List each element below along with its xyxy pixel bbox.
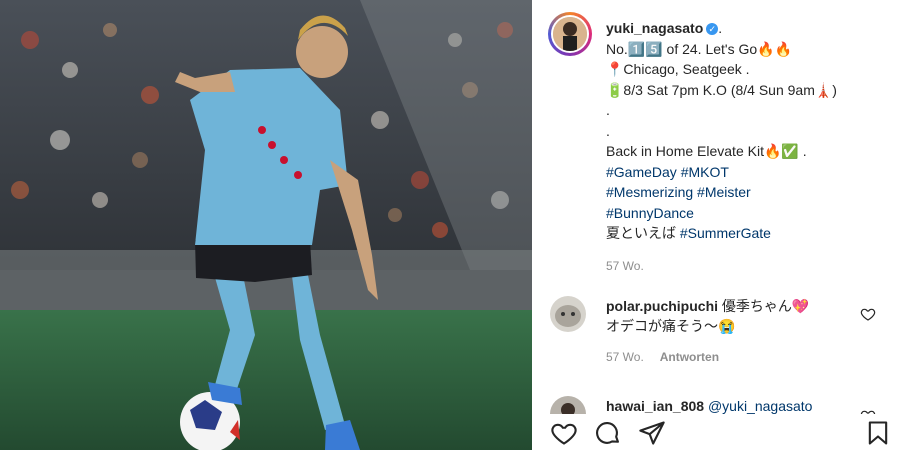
commenter-username[interactable]: polar.puchipuchi (606, 298, 718, 314)
caption-line: Back in Home Elevate Kit🔥✅ . (606, 143, 807, 159)
soccer-player-image (0, 0, 532, 450)
comment-like-heart-icon[interactable] (860, 306, 876, 322)
post-photo[interactable] (0, 0, 532, 450)
author-avatar[interactable] (548, 12, 592, 56)
comment-body: polar.puchipuchi 優季ちゃん💖 オデコが痛そう～😭 57 Wo.… (606, 296, 856, 367)
verified-badge-icon: ✓ (706, 23, 719, 36)
reply-button[interactable]: Antworten (660, 350, 719, 364)
mention-link[interactable]: @yuki_nagasato (708, 398, 813, 414)
send-icon[interactable] (638, 419, 666, 447)
post-action-bar (532, 414, 900, 450)
commenter-avatar[interactable] (550, 296, 586, 332)
caption-header: yuki_nagasato ✓. (606, 18, 892, 39)
comment-text: 優季ちゃん💖 (721, 298, 810, 314)
comment-text: オデコが痛そう～😭 (606, 318, 736, 334)
hashtag-line[interactable]: #Mesmerizing #Meister (606, 182, 892, 203)
bookmark-icon[interactable] (864, 419, 892, 447)
hashtag-line[interactable]: #BunnyDance (606, 203, 892, 224)
caption-line: . (606, 102, 610, 118)
author-username[interactable]: yuki_nagasato (606, 20, 703, 36)
post-age: 57 Wo. (606, 258, 644, 273)
comment-body: hawai_ian_808 @yuki_nagasato (606, 396, 856, 416)
author-avatar-image (553, 17, 587, 51)
commenter-username[interactable]: hawai_ian_808 (606, 398, 704, 414)
caption-line: 📍Chicago, Seatgeek . (606, 61, 750, 77)
caption-line: . (606, 122, 610, 139)
post-caption: yuki_nagasato ✓. No.1️⃣5️⃣ of 24. Let's G… (606, 18, 892, 276)
caption-line: 🔋8/3 Sat 7pm K.O (8/4 Sun 9am🗼) (606, 81, 837, 98)
hashtag-line[interactable]: #GameDay #MKOT (606, 162, 892, 183)
comment-icon[interactable] (594, 419, 622, 447)
comment-meta: 57 Wo. Antworten (606, 346, 856, 367)
heart-icon[interactable] (550, 419, 578, 447)
instagram-post-view: yuki_nagasato ✓. No.1️⃣5️⃣ of 24. Let's G… (0, 0, 900, 450)
caption-text: 夏といえば (606, 225, 680, 241)
caption-line: No.1️⃣5️⃣ of 24. Let's Go🔥🔥 (606, 40, 793, 57)
post-sidebar: yuki_nagasato ✓. No.1️⃣5️⃣ of 24. Let's G… (532, 0, 900, 450)
caption-dot: . (718, 20, 723, 36)
caption-last-line: 夏といえば #SummerGate (606, 223, 892, 244)
hashtag-link[interactable]: #SummerGate (680, 225, 771, 241)
comment-item: polar.puchipuchi 優季ちゃん💖 オデコが痛そう～😭 57 Wo.… (548, 296, 888, 376)
comment-age: 57 Wo. (606, 350, 644, 364)
